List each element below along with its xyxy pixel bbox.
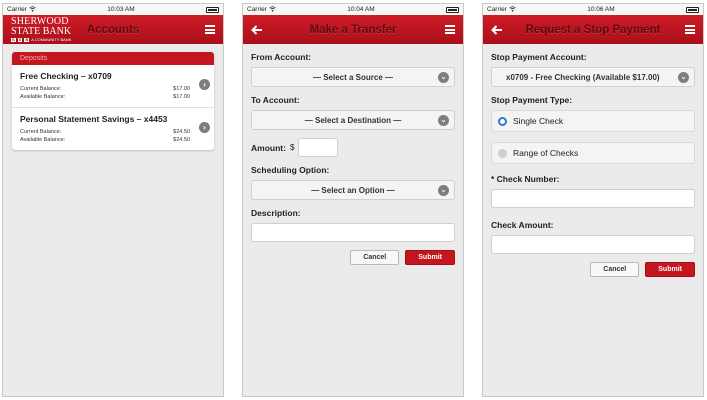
to-account-select[interactable]: — Select a Destination — ⌄ xyxy=(251,110,455,130)
from-account-select[interactable]: — Select a Source — ⌄ xyxy=(251,67,455,87)
page-title: Request a Stop Payment xyxy=(525,23,661,36)
stop-type-label: Stop Payment Type: xyxy=(491,95,573,105)
logo-letter-s1: S xyxy=(11,37,16,42)
stop-payment-form: Stop Payment Account: x0709 - Free Check… xyxy=(483,44,703,285)
submit-button[interactable]: Submit xyxy=(645,262,695,277)
carrier: Carrier xyxy=(7,5,36,14)
amount-input[interactable] xyxy=(298,138,339,157)
bank-logo: SHERWOOD STATE BANK S S B A COMMUNITY BA… xyxy=(11,17,71,42)
chevron-down-icon: ⌄ xyxy=(438,185,449,196)
to-account-label: To Account: xyxy=(251,95,300,105)
logo-line3: S S B A COMMUNITY BANK xyxy=(11,38,71,42)
form-actions: Cancel Submit xyxy=(251,250,455,265)
description-input[interactable] xyxy=(251,223,455,242)
status-bar: Carrier 10:04 AM xyxy=(243,4,463,15)
chevron-right-icon[interactable]: › xyxy=(199,79,210,90)
submit-button[interactable]: Submit xyxy=(405,250,455,265)
description-label: Description: xyxy=(251,208,301,218)
from-account-value: — Select a Source — xyxy=(312,72,394,82)
current-balance-label: Current Balance: xyxy=(20,129,62,135)
carrier-label: Carrier xyxy=(247,6,267,13)
check-amount-input[interactable] xyxy=(491,235,695,254)
stop-account-select[interactable]: x0709 - Free Checking (Available $17.00)… xyxy=(491,67,695,87)
available-balance-value: $24.50 xyxy=(173,137,190,143)
current-balance-row: Current Balance: $24.50 xyxy=(20,128,206,136)
scheduling-label: Scheduling Option: xyxy=(251,165,330,175)
carrier-label: Carrier xyxy=(487,6,507,13)
cancel-button[interactable]: Cancel xyxy=(590,262,640,277)
amount-label: Amount: xyxy=(251,142,286,153)
wifi-icon xyxy=(269,5,276,14)
current-balance-value: $24.50 xyxy=(173,129,190,135)
range-of-checks-label: Range of Checks xyxy=(513,148,579,158)
wifi-icon xyxy=(29,5,36,14)
radio-unselected[interactable] xyxy=(498,148,507,158)
carrier-label: Carrier xyxy=(7,6,27,13)
account-name: Personal Statement Savings – x4453 xyxy=(20,114,168,124)
wifi-icon xyxy=(509,5,516,14)
menu-icon[interactable] xyxy=(685,25,695,34)
account-row-checking[interactable]: Free Checking – x0709 Current Balance: $… xyxy=(12,65,214,108)
single-check-option[interactable]: Single Check xyxy=(491,110,695,132)
status-time: 10:04 AM xyxy=(347,6,375,13)
stop-payment-navbar: Request a Stop Payment xyxy=(483,15,703,44)
status-time: 10:03 AM xyxy=(107,6,135,13)
chevron-right-icon[interactable]: › xyxy=(199,122,210,133)
back-arrow-icon[interactable] xyxy=(491,24,503,36)
available-balance-row: Available Balance: $24.50 xyxy=(20,136,206,144)
section-header: Deposits xyxy=(12,52,214,65)
transfer-screen: Carrier 10:04 AM Make a Transfer From Ac… xyxy=(242,3,464,397)
current-balance-row: Current Balance: $17.00 xyxy=(20,85,206,93)
available-balance-label: Available Balance: xyxy=(20,137,66,143)
chevron-down-icon: ⌄ xyxy=(438,115,449,126)
carrier: Carrier xyxy=(487,5,516,14)
form-actions: Cancel Submit xyxy=(491,262,695,277)
logo-letter-b: B xyxy=(24,37,30,42)
back-arrow-icon[interactable] xyxy=(251,24,263,36)
check-number-label: * Check Number: xyxy=(491,174,560,184)
status-bar: Carrier 10:06 AM xyxy=(483,4,703,15)
check-amount-label: Check Amount: xyxy=(491,220,554,230)
currency-symbol: $ xyxy=(289,143,295,152)
status-time: 10:06 AM xyxy=(587,6,615,13)
battery-icon xyxy=(206,6,219,13)
amount-row: Amount: $ xyxy=(251,138,455,157)
carrier: Carrier xyxy=(247,5,276,14)
transfer-form: From Account: — Select a Source — ⌄ To A… xyxy=(243,44,463,273)
account-row-savings[interactable]: Personal Statement Savings – x4453 Curre… xyxy=(12,108,214,150)
stop-account-label: Stop Payment Account: xyxy=(491,52,587,62)
current-balance-value: $17.00 xyxy=(173,86,190,92)
available-balance-value: $17.00 xyxy=(173,94,190,100)
battery-icon xyxy=(686,6,699,13)
radio-selected[interactable] xyxy=(498,116,507,126)
cancel-button[interactable]: Cancel xyxy=(350,250,400,265)
range-of-checks-option[interactable]: Range of Checks xyxy=(491,142,695,164)
menu-icon[interactable] xyxy=(205,25,215,34)
check-number-input[interactable] xyxy=(491,189,695,208)
logo-letter-s2: S xyxy=(17,37,23,42)
current-balance-label: Current Balance: xyxy=(20,86,62,92)
account-name: Free Checking – x0709 xyxy=(20,71,112,81)
page-title: Make a Transfer xyxy=(309,23,397,36)
scheduling-value: — Select an Option — xyxy=(311,185,395,195)
accounts-screen: Carrier 10:03 AM SHERWOOD STATE BANK S S… xyxy=(2,3,224,397)
from-account-label: From Account: xyxy=(251,52,312,62)
battery-icon xyxy=(446,6,459,13)
available-balance-row: Available Balance: $17.00 xyxy=(20,93,206,101)
scheduling-select[interactable]: — Select an Option — ⌄ xyxy=(251,180,455,200)
chevron-down-icon: ⌄ xyxy=(678,72,689,83)
chevron-down-icon: ⌄ xyxy=(438,72,449,83)
transfer-navbar: Make a Transfer xyxy=(243,15,463,44)
available-balance-label: Available Balance: xyxy=(20,94,66,100)
logo-line2: STATE BANK xyxy=(11,26,72,37)
stop-payment-screen: Carrier 10:06 AM Request a Stop Payment … xyxy=(482,3,704,397)
status-bar: Carrier 10:03 AM xyxy=(3,4,223,15)
single-check-label: Single Check xyxy=(513,116,564,126)
deposits-card: Deposits Free Checking – x0709 Current B… xyxy=(12,52,214,150)
stop-account-value: x0709 - Free Checking (Available $17.00) xyxy=(506,72,660,82)
to-account-value: — Select a Destination — xyxy=(304,115,402,125)
menu-icon[interactable] xyxy=(445,25,455,34)
logo-tagline: A COMMUNITY BANK xyxy=(31,37,72,42)
accounts-navbar: SHERWOOD STATE BANK S S B A COMMUNITY BA… xyxy=(3,15,223,44)
